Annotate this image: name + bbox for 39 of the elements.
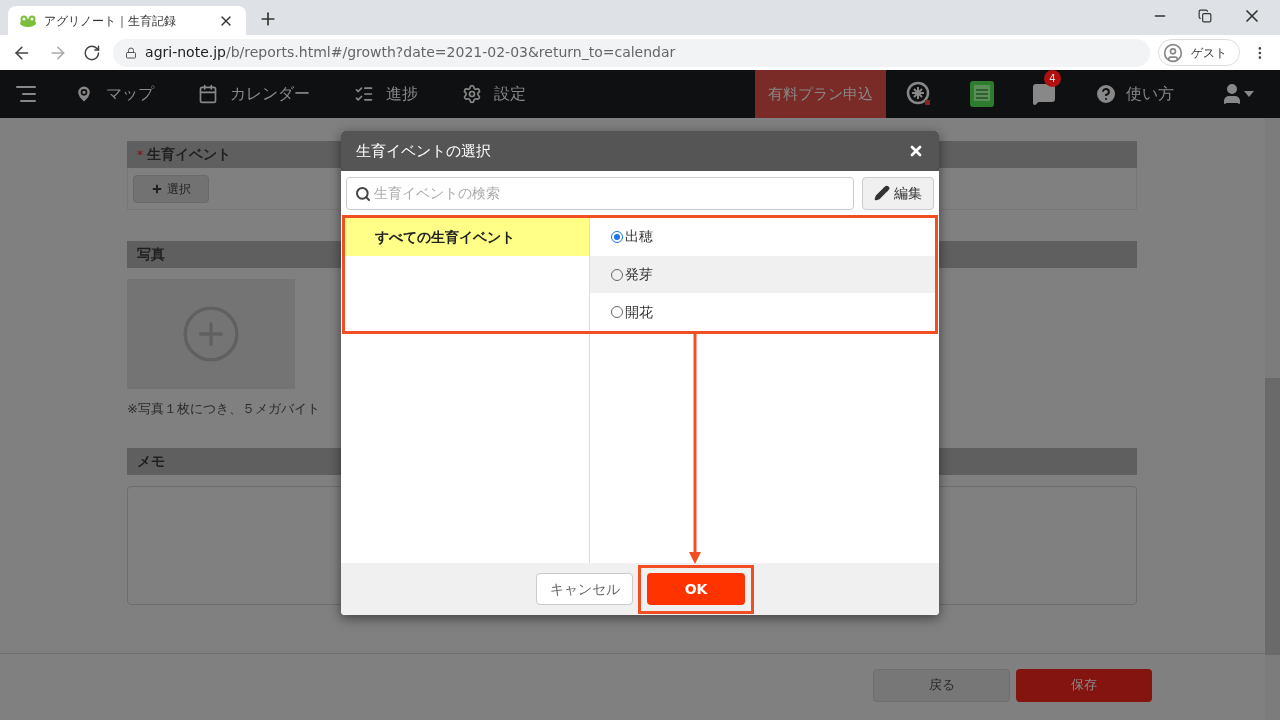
nav-item[interactable]: マップ (74, 82, 154, 106)
pencil-icon (874, 185, 891, 201)
edit-button[interactable]: 編集 (862, 176, 934, 210)
checklist-icon (354, 84, 374, 104)
cancel-button[interactable]: キャンセル (536, 573, 633, 605)
help-link[interactable]: 使い方 (1094, 82, 1174, 106)
restore-icon[interactable] (1198, 9, 1212, 23)
url-text: agri-note.jp/b/reports.html#/growth?date=2021-02-03&return_to=calendar (145, 43, 676, 62)
back-button[interactable]: 戻る (873, 668, 1010, 702)
settings-icon (462, 84, 482, 104)
frog-icon (20, 14, 36, 27)
close-icon[interactable] (908, 143, 924, 159)
search-field[interactable]: 生育イベントの検索 (346, 176, 855, 210)
user-avatar-icon (1163, 42, 1184, 63)
lock-icon (125, 46, 138, 59)
plus-icon (151, 182, 163, 195)
event-option[interactable]: 発芽 (590, 255, 935, 294)
emblem-icon[interactable] (906, 81, 932, 107)
browser-tab[interactable]: アグリノート｜生育記録 (8, 6, 246, 35)
search-icon (355, 185, 371, 202)
required-mark: * (137, 146, 143, 164)
calendar-icon (198, 84, 218, 104)
nav-item[interactable]: 設定 (462, 82, 526, 106)
category-item[interactable]: すべての生育イベント (345, 218, 589, 256)
scrollbar[interactable] (1265, 118, 1280, 720)
chat-icon[interactable] (1032, 82, 1056, 106)
nav-item[interactable]: カレンダー (198, 82, 310, 106)
nav-item[interactable]: 進捗 (354, 82, 418, 106)
help-icon (1094, 82, 1118, 106)
select-button[interactable]: 選択 (133, 174, 209, 203)
save-button[interactable]: 保存 (1016, 668, 1152, 702)
address-bar[interactable]: agri-note.jp/b/reports.html#/growth?date=2021-02-03&return_to=calendar (113, 38, 1151, 67)
photo-note: ※写真１枚につき、５メガバイト (127, 400, 321, 418)
caret-icon (1244, 91, 1254, 97)
reload-icon[interactable] (83, 43, 102, 62)
notification-badge: 4 (1044, 70, 1061, 87)
tab-title: アグリノート｜生育記録 (44, 12, 177, 30)
dialog-title: 生育イベントの選択 (356, 140, 492, 162)
ok-button[interactable]: OK (647, 573, 745, 605)
